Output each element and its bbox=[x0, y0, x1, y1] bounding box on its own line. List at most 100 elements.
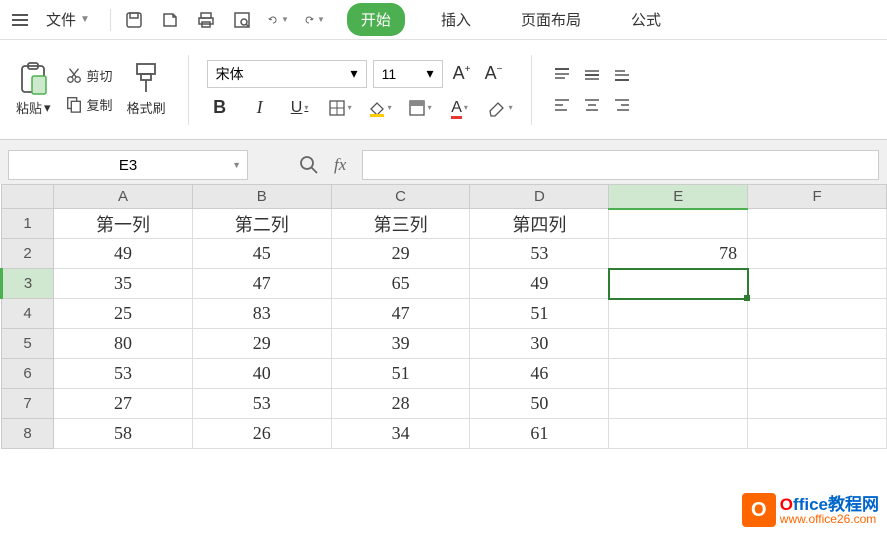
cell[interactable]: 47 bbox=[192, 269, 331, 299]
cell[interactable]: 49 bbox=[470, 269, 609, 299]
cell[interactable]: 51 bbox=[470, 299, 609, 329]
cell[interactable]: 29 bbox=[192, 329, 331, 359]
cell[interactable]: 40 bbox=[192, 359, 331, 389]
font-size-select[interactable]: 11 ▾ bbox=[373, 60, 443, 88]
active-cell[interactable] bbox=[609, 269, 748, 299]
tab-page-layout[interactable]: 页面布局 bbox=[507, 3, 595, 36]
align-left-button[interactable] bbox=[550, 93, 574, 117]
save-icon[interactable] bbox=[123, 9, 145, 31]
cell[interactable]: 80 bbox=[54, 329, 193, 359]
cell[interactable] bbox=[609, 329, 748, 359]
cell[interactable]: 45 bbox=[192, 239, 331, 269]
print-icon[interactable] bbox=[195, 9, 217, 31]
cut-button[interactable]: 剪切 bbox=[65, 66, 113, 85]
align-center-button[interactable] bbox=[580, 93, 604, 117]
cell[interactable]: 51 bbox=[331, 359, 470, 389]
row-header[interactable]: 6 bbox=[2, 359, 54, 389]
cell[interactable] bbox=[609, 389, 748, 419]
formula-input[interactable] bbox=[362, 150, 879, 180]
col-header-e[interactable]: E bbox=[609, 185, 748, 209]
zoom-icon[interactable] bbox=[296, 152, 322, 178]
cell[interactable]: 47 bbox=[331, 299, 470, 329]
cell-style-button[interactable]: ▾ bbox=[407, 96, 433, 120]
grid[interactable]: A B C D E F 1 第一列 第二列 第三列 第四列 2 49 45 29… bbox=[0, 184, 887, 449]
preview-icon[interactable] bbox=[231, 9, 253, 31]
undo-button[interactable]: ▼ bbox=[267, 9, 289, 31]
cell[interactable]: 53 bbox=[192, 389, 331, 419]
row-header[interactable]: 3 bbox=[2, 269, 54, 299]
cell[interactable]: 30 bbox=[470, 329, 609, 359]
col-header-f[interactable]: F bbox=[748, 185, 887, 209]
underline-button[interactable]: U▾ bbox=[287, 96, 313, 120]
col-header-a[interactable]: A bbox=[54, 185, 193, 209]
col-header-c[interactable]: C bbox=[331, 185, 470, 209]
file-menu[interactable]: 文件 ▼ bbox=[38, 5, 98, 34]
cell[interactable]: 28 bbox=[331, 389, 470, 419]
cell[interactable]: 83 bbox=[192, 299, 331, 329]
cell[interactable] bbox=[748, 299, 887, 329]
fx-label[interactable]: fx bbox=[334, 155, 346, 175]
row-header[interactable]: 7 bbox=[2, 389, 54, 419]
cell[interactable] bbox=[748, 209, 887, 239]
row-header[interactable]: 1 bbox=[2, 209, 54, 239]
cell[interactable]: 58 bbox=[54, 419, 193, 449]
cell[interactable]: 27 bbox=[54, 389, 193, 419]
cell[interactable] bbox=[748, 359, 887, 389]
cell[interactable]: 第一列 bbox=[54, 209, 193, 239]
cell[interactable] bbox=[609, 299, 748, 329]
fill-handle[interactable] bbox=[744, 295, 750, 301]
cell[interactable]: 78 bbox=[609, 239, 748, 269]
row-header[interactable]: 5 bbox=[2, 329, 54, 359]
cell[interactable] bbox=[748, 269, 887, 299]
cell[interactable] bbox=[748, 419, 887, 449]
row-header[interactable]: 2 bbox=[2, 239, 54, 269]
cell[interactable]: 34 bbox=[331, 419, 470, 449]
cell[interactable] bbox=[609, 419, 748, 449]
select-all-corner[interactable] bbox=[2, 185, 54, 209]
align-right-button[interactable] bbox=[610, 93, 634, 117]
redo-button[interactable]: ▼ bbox=[303, 9, 325, 31]
cell[interactable]: 39 bbox=[331, 329, 470, 359]
cell[interactable]: 53 bbox=[470, 239, 609, 269]
align-top-button[interactable] bbox=[550, 63, 574, 87]
copy-button[interactable]: 复制 bbox=[65, 95, 113, 114]
hamburger-menu-icon[interactable] bbox=[8, 10, 32, 30]
font-color-button[interactable]: A ▾ bbox=[447, 96, 473, 120]
borders-button[interactable]: ▾ bbox=[327, 96, 353, 120]
paste-button[interactable]: 粘贴 ▾ bbox=[12, 58, 55, 121]
cell[interactable] bbox=[609, 209, 748, 239]
bold-button[interactable]: B bbox=[207, 96, 233, 120]
font-name-select[interactable]: 宋体 ▾ bbox=[207, 60, 367, 88]
cell[interactable]: 26 bbox=[192, 419, 331, 449]
tab-formula[interactable]: 公式 bbox=[617, 3, 675, 36]
cell[interactable] bbox=[748, 389, 887, 419]
row-header[interactable]: 4 bbox=[2, 299, 54, 329]
cell[interactable]: 29 bbox=[331, 239, 470, 269]
decrease-font-button[interactable]: A− bbox=[481, 62, 507, 86]
cell[interactable]: 46 bbox=[470, 359, 609, 389]
cell[interactable]: 25 bbox=[54, 299, 193, 329]
format-painter-button[interactable]: 格式刷 bbox=[123, 58, 170, 121]
cell[interactable]: 第四列 bbox=[470, 209, 609, 239]
col-header-d[interactable]: D bbox=[470, 185, 609, 209]
tab-insert[interactable]: 插入 bbox=[427, 3, 485, 36]
cell[interactable]: 35 bbox=[54, 269, 193, 299]
cell[interactable]: 53 bbox=[54, 359, 193, 389]
fill-color-button[interactable]: ▾ bbox=[367, 96, 393, 120]
cell[interactable]: 65 bbox=[331, 269, 470, 299]
cell[interactable] bbox=[748, 239, 887, 269]
col-header-b[interactable]: B bbox=[192, 185, 331, 209]
increase-font-button[interactable]: A+ bbox=[449, 62, 475, 86]
cell[interactable] bbox=[748, 329, 887, 359]
align-bottom-button[interactable] bbox=[610, 63, 634, 87]
cell[interactable]: 61 bbox=[470, 419, 609, 449]
name-box[interactable]: E3 ▼ bbox=[8, 150, 248, 180]
clear-format-button[interactable]: ▾ bbox=[487, 96, 513, 120]
cell[interactable]: 第三列 bbox=[331, 209, 470, 239]
cell[interactable]: 49 bbox=[54, 239, 193, 269]
cell[interactable]: 第二列 bbox=[192, 209, 331, 239]
row-header[interactable]: 8 bbox=[2, 419, 54, 449]
print-preview-icon[interactable] bbox=[159, 9, 181, 31]
tab-start[interactable]: 开始 bbox=[347, 3, 405, 36]
cell[interactable] bbox=[609, 359, 748, 389]
